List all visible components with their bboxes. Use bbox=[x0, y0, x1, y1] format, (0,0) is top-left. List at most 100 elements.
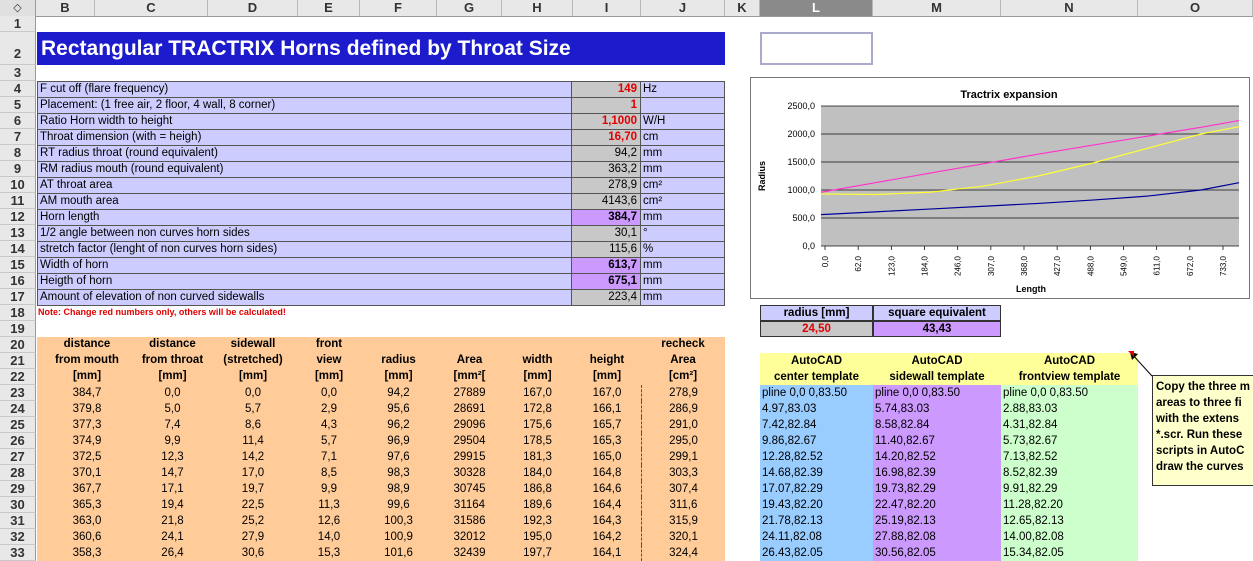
autocad-frontview-cell[interactable]: 15.34,82.05 bbox=[1001, 545, 1138, 561]
table-cell[interactable]: 164,1 bbox=[573, 545, 641, 561]
column-header-h[interactable]: H bbox=[502, 0, 573, 16]
row-header-3[interactable]: 3 bbox=[0, 65, 36, 81]
table-cell[interactable]: 19,7 bbox=[208, 481, 298, 497]
column-header-j[interactable]: J bbox=[641, 0, 725, 16]
table-cell[interactable]: 172,8 bbox=[502, 401, 573, 417]
param-value[interactable]: 1,1000 bbox=[571, 113, 641, 130]
table-cell[interactable]: 195,0 bbox=[502, 529, 573, 545]
autocad-center-cell[interactable]: 19.43,82.20 bbox=[760, 497, 873, 513]
table-cell[interactable]: 32439 bbox=[437, 545, 502, 561]
table-cell[interactable]: 167,0 bbox=[502, 385, 573, 401]
column-header-g[interactable]: G bbox=[437, 0, 502, 16]
column-header-o[interactable]: O bbox=[1138, 0, 1253, 16]
selected-cell-l2[interactable] bbox=[760, 32, 873, 65]
autocad-sidewall-cell[interactable]: 27.88,82.08 bbox=[873, 529, 1001, 545]
row-header-17[interactable]: 17 bbox=[0, 289, 36, 305]
autocad-center-cell[interactable]: 26.43,82.05 bbox=[760, 545, 873, 561]
table-cell[interactable]: 186,8 bbox=[502, 481, 573, 497]
table-cell[interactable]: 96,9 bbox=[360, 433, 437, 449]
autocad-sidewall-cell[interactable]: 16.98,82.39 bbox=[873, 465, 1001, 481]
row-header-8[interactable]: 8 bbox=[0, 145, 36, 161]
table-cell[interactable]: 181,3 bbox=[502, 449, 573, 465]
autocad-frontview-cell[interactable]: 7.13,82.52 bbox=[1001, 449, 1138, 465]
table-cell[interactable]: 29096 bbox=[437, 417, 502, 433]
table-cell[interactable]: 165,7 bbox=[573, 417, 641, 433]
column-header-i[interactable]: I bbox=[573, 0, 641, 16]
row-header-21[interactable]: 21 bbox=[0, 353, 36, 369]
autocad-center-cell[interactable]: pline 0,0 0,83.50 bbox=[760, 385, 873, 401]
table-cell[interactable]: 0,0 bbox=[208, 385, 298, 401]
table-cell[interactable]: 8,5 bbox=[298, 465, 360, 481]
autocad-frontview-cell[interactable]: 4.31,82.84 bbox=[1001, 417, 1138, 433]
table-cell[interactable]: 324,4 bbox=[641, 545, 725, 561]
table-cell[interactable]: 30328 bbox=[437, 465, 502, 481]
row-header-33[interactable]: 33 bbox=[0, 545, 36, 561]
row-header-2[interactable]: 2 bbox=[0, 32, 36, 65]
table-cell[interactable]: 95,6 bbox=[360, 401, 437, 417]
autocad-sidewall-cell[interactable]: 30.56,82.05 bbox=[873, 545, 1001, 561]
table-cell[interactable]: 8,6 bbox=[208, 417, 298, 433]
row-header-24[interactable]: 24 bbox=[0, 401, 36, 417]
table-cell[interactable]: 24,1 bbox=[137, 529, 208, 545]
autocad-sidewall-cell[interactable]: 5.74,83.03 bbox=[873, 401, 1001, 417]
table-cell[interactable]: 295,0 bbox=[641, 433, 725, 449]
table-cell[interactable]: 384,7 bbox=[37, 385, 137, 401]
table-cell[interactable]: 98,9 bbox=[360, 481, 437, 497]
autocad-center-cell[interactable]: 24.11,82.08 bbox=[760, 529, 873, 545]
table-cell[interactable]: 166,1 bbox=[573, 401, 641, 417]
table-cell[interactable]: 12,3 bbox=[137, 449, 208, 465]
param-value[interactable]: 149 bbox=[571, 81, 641, 98]
column-header-f[interactable]: F bbox=[360, 0, 437, 16]
autocad-center-cell[interactable]: 12.28,82.52 bbox=[760, 449, 873, 465]
autocad-frontview-cell[interactable]: 11.28,82.20 bbox=[1001, 497, 1138, 513]
table-cell[interactable]: 25,2 bbox=[208, 513, 298, 529]
column-header-n[interactable]: N bbox=[1001, 0, 1138, 16]
radius-value[interactable]: 24,50 bbox=[760, 321, 873, 337]
table-cell[interactable]: 367,7 bbox=[37, 481, 137, 497]
row-header-14[interactable]: 14 bbox=[0, 241, 36, 257]
diamond-arrows-icon[interactable]: ◇ bbox=[0, 0, 36, 16]
autocad-frontview-cell[interactable]: 2.88,83.03 bbox=[1001, 401, 1138, 417]
table-cell[interactable]: 97,6 bbox=[360, 449, 437, 465]
table-cell[interactable]: 14,7 bbox=[137, 465, 208, 481]
table-cell[interactable]: 320,1 bbox=[641, 529, 725, 545]
row-header-23[interactable]: 23 bbox=[0, 385, 36, 401]
table-cell[interactable]: 2,9 bbox=[298, 401, 360, 417]
autocad-frontview-cell[interactable]: 9.91,82.29 bbox=[1001, 481, 1138, 497]
table-cell[interactable]: 164,8 bbox=[573, 465, 641, 481]
table-cell[interactable]: 377,3 bbox=[37, 417, 137, 433]
table-cell[interactable]: 27889 bbox=[437, 385, 502, 401]
table-cell[interactable]: 19,4 bbox=[137, 497, 208, 513]
table-cell[interactable]: 17,0 bbox=[208, 465, 298, 481]
row-header-25[interactable]: 25 bbox=[0, 417, 36, 433]
autocad-sidewall-cell[interactable]: 11.40,82.67 bbox=[873, 433, 1001, 449]
param-value[interactable]: 115,6 bbox=[571, 241, 641, 258]
table-cell[interactable]: 358,3 bbox=[37, 545, 137, 561]
row-header-12[interactable]: 12 bbox=[0, 209, 36, 225]
autocad-center-cell[interactable]: 14.68,82.39 bbox=[760, 465, 873, 481]
table-cell[interactable]: 311,6 bbox=[641, 497, 725, 513]
row-header-1[interactable]: 1 bbox=[0, 16, 36, 32]
column-header-m[interactable]: M bbox=[873, 0, 1001, 16]
autocad-sidewall-cell[interactable]: 14.20,82.52 bbox=[873, 449, 1001, 465]
row-header-13[interactable]: 13 bbox=[0, 225, 36, 241]
table-cell[interactable]: 0,0 bbox=[137, 385, 208, 401]
table-cell[interactable]: 11,4 bbox=[208, 433, 298, 449]
tractrix-chart[interactable]: 2500,0 2000,0 1500,0 1000,0 500,0 0,0 0,0 62,0 1… bbox=[750, 77, 1250, 299]
table-cell[interactable]: 12,6 bbox=[298, 513, 360, 529]
table-cell[interactable]: 14,2 bbox=[208, 449, 298, 465]
table-cell[interactable]: 5,0 bbox=[137, 401, 208, 417]
table-cell[interactable]: 99,6 bbox=[360, 497, 437, 513]
table-cell[interactable]: 360,6 bbox=[37, 529, 137, 545]
table-cell[interactable]: 175,6 bbox=[502, 417, 573, 433]
table-cell[interactable]: 21,8 bbox=[137, 513, 208, 529]
table-cell[interactable]: 286,9 bbox=[641, 401, 725, 417]
table-cell[interactable]: 164,4 bbox=[573, 497, 641, 513]
autocad-center-cell[interactable]: 4.97,83.03 bbox=[760, 401, 873, 417]
autocad-sidewall-cell[interactable]: pline 0,0 0,83.50 bbox=[873, 385, 1001, 401]
param-value[interactable]: 363,2 bbox=[571, 161, 641, 178]
table-cell[interactable]: 100,3 bbox=[360, 513, 437, 529]
table-cell[interactable]: 101,6 bbox=[360, 545, 437, 561]
param-value[interactable]: 1 bbox=[571, 97, 641, 114]
column-header-e[interactable]: E bbox=[298, 0, 360, 16]
